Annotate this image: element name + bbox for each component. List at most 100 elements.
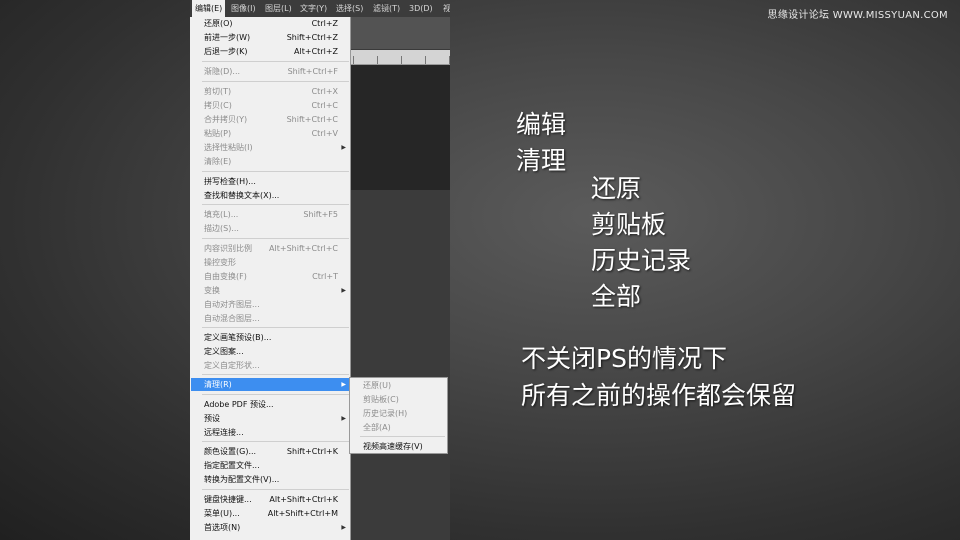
submenu-item-label: 剪贴板(C): [363, 395, 399, 404]
menu-item-label: 菜单(U)...: [204, 509, 240, 518]
menu-item-label: 定义画笔预设(B)...: [204, 333, 272, 342]
submenu-arrow-icon: ▶: [341, 144, 346, 151]
edit-menu-item[interactable]: 清除(E): [191, 155, 349, 168]
edit-menu-item[interactable]: 合并拷贝(Y) Shift+Ctrl+C: [191, 113, 349, 126]
menu-item-label: 渐隐(D)...: [204, 67, 241, 76]
horizontal-ruler: [351, 50, 450, 65]
menu-item-shortcut: Ctrl+Z: [311, 19, 338, 28]
menu-item-shortcut: Ctrl+C: [311, 101, 338, 110]
edit-menu-item[interactable]: 渐隐(D)... Shift+Ctrl+F: [191, 65, 349, 78]
edit-menu-item[interactable]: 远程连接...: [191, 426, 349, 439]
menu-item-label: 粘贴(P): [204, 129, 232, 138]
menu-separator: [202, 394, 349, 395]
menu-item-shortcut: Ctrl+V: [311, 129, 338, 138]
edit-menu-item[interactable]: 选择性粘贴(I) ▶: [191, 141, 349, 154]
edit-menu-item[interactable]: 自由变换(F) Ctrl+T: [191, 270, 349, 283]
menu-item-label: 清除(E): [204, 157, 232, 166]
menubar-item[interactable]: 编辑(E): [192, 0, 226, 17]
purge-submenu-item[interactable]: 还原(U): [350, 379, 447, 393]
menu-item-label: 拼写检查(H)...: [204, 177, 256, 186]
menubar-item[interactable]: 图层(L): [262, 0, 295, 17]
edit-menu-item[interactable]: 定义图案...: [191, 345, 349, 358]
menu-item-label: 描边(S)...: [204, 224, 239, 233]
menu-item-label: 自动混合图层...: [204, 314, 260, 323]
submenu-arrow-icon: ▶: [341, 287, 346, 294]
edit-menu-item[interactable]: 定义自定形状...: [191, 359, 349, 372]
purge-submenu-item[interactable]: 全部(A): [350, 421, 447, 435]
edit-menu-item[interactable]: 内容识别比例 Alt+Shift+Ctrl+C: [191, 242, 349, 255]
menu-item-label: 查找和替换文本(X)...: [204, 191, 280, 200]
edit-menu-item[interactable]: 填充(L)... Shift+F5: [191, 208, 349, 221]
menubar-item[interactable]: 视: [440, 0, 450, 17]
edit-menu-item[interactable]: 粘贴(P) Ctrl+V: [191, 127, 349, 140]
submenu-item-label: 全部(A): [363, 423, 391, 432]
menu-item-label: 合并拷贝(Y): [204, 115, 248, 124]
edit-menu-item[interactable]: 菜单(U)... Alt+Shift+Ctrl+M: [191, 507, 349, 520]
edit-menu-item[interactable]: 前进一步(W) Shift+Ctrl+Z: [191, 31, 349, 44]
slide-sub-all: 全部: [591, 282, 642, 311]
edit-menu-item[interactable]: 预设 ▶: [191, 412, 349, 425]
edit-menu-item[interactable]: 拷贝(C) Ctrl+C: [191, 99, 349, 112]
edit-menu-item[interactable]: Adobe PDF 预设...: [191, 398, 349, 411]
photoshop-screenshot: 编辑(E) 图像(I) 图层(L) 文字(Y) 选择(S) 滤镜(T) 3D(D) 视 50 …: [190, 0, 450, 540]
menu-item-label: 颜色设置(G)...: [204, 447, 257, 456]
edit-menu-item[interactable]: 查找和替换文本(X)...: [191, 189, 349, 202]
menu-item-label: 变换: [204, 286, 220, 295]
menu-separator: [202, 171, 349, 172]
edit-menu-item[interactable]: 定义画笔预设(B)...: [191, 331, 349, 344]
menu-separator: [202, 81, 349, 82]
edit-menu-item[interactable]: 颜色设置(G)... Shift+Ctrl+K: [191, 445, 349, 458]
menubar-item[interactable]: 文字(Y): [297, 0, 330, 17]
edit-menu-item[interactable]: 转换为配置文件(V)...: [191, 473, 349, 486]
menu-item-label: 选择性粘贴(I): [204, 143, 253, 152]
menu-item-label: 预设: [204, 414, 220, 423]
slide-sub-undo: 还原: [591, 174, 642, 203]
menu-separator: [202, 204, 349, 205]
purge-submenu-item[interactable]: 剪贴板(C): [350, 393, 447, 407]
slide-sub-history: 历史记录: [591, 246, 692, 275]
edit-menu-item[interactable]: 自动对齐图层...: [191, 298, 349, 311]
purge-submenu-item[interactable]: 历史记录(H): [350, 407, 447, 421]
edit-menu-item[interactable]: 键盘快捷键... Alt+Shift+Ctrl+K: [191, 493, 349, 506]
edit-menu-item[interactable]: 操控变形: [191, 256, 349, 269]
menu-item-shortcut: Shift+Ctrl+K: [286, 447, 338, 456]
menu-item-label: 定义自定形状...: [204, 361, 260, 370]
submenu-item-label: 历史记录(H): [363, 409, 408, 418]
purge-submenu-item[interactable]: 视频高速缓存(V): [350, 440, 447, 454]
submenu-arrow-icon: ▶: [341, 524, 346, 531]
submenu-arrow-icon: ▶: [341, 381, 346, 388]
slide-note-1: 不关闭PS的情况下: [521, 344, 727, 373]
menu-bar: 编辑(E) 图像(I) 图层(L) 文字(Y) 选择(S) 滤镜(T) 3D(D) 视: [190, 0, 450, 18]
menu-item-label: 自动对齐图层...: [204, 300, 260, 309]
edit-menu-item[interactable]: 拼写检查(H)...: [191, 175, 349, 188]
menu-item-label: 后退一步(K): [204, 47, 248, 56]
edit-menu-item[interactable]: 变换 ▶: [191, 284, 349, 297]
menu-separator: [202, 441, 349, 442]
edit-menu-item[interactable]: 首选项(N) ▶: [191, 521, 349, 534]
menu-item-label: 键盘快捷键...: [204, 495, 252, 504]
menubar-item[interactable]: 3D(D): [406, 0, 436, 17]
menu-item-label: 剪切(T): [204, 87, 232, 96]
submenu-item-label: 视频高速缓存(V): [363, 442, 423, 451]
edit-menu-item[interactable]: 后退一步(K) Alt+Ctrl+Z: [191, 45, 349, 58]
menu-item-shortcut: Alt+Shift+Ctrl+M: [267, 509, 338, 518]
edit-menu-item[interactable]: 自动混合图层...: [191, 312, 349, 325]
menu-item-shortcut: Shift+Ctrl+C: [286, 115, 338, 124]
menu-item-label: 还原(O): [204, 19, 233, 28]
slide-line-purge: 清理: [516, 146, 567, 175]
menu-item-label: 远程连接...: [204, 428, 244, 437]
menu-item-shortcut: Shift+Ctrl+Z: [286, 33, 338, 42]
edit-menu-item[interactable]: 剪切(T) Ctrl+X: [191, 85, 349, 98]
menu-item-label: 首选项(N): [204, 523, 241, 532]
purge-submenu: 还原(U) 剪贴板(C) 历史记录(H) 全部(A) 视频高速缓存(V): [349, 377, 448, 454]
menu-item-label: 自由变换(F): [204, 272, 247, 281]
menu-item-label: 操控变形: [204, 258, 236, 267]
menubar-item[interactable]: 选择(S): [333, 0, 366, 17]
menu-item-shortcut: Ctrl+X: [311, 87, 338, 96]
menu-item-label: Adobe PDF 预设...: [204, 400, 274, 409]
edit-menu-item[interactable]: 还原(O) Ctrl+Z: [191, 17, 349, 30]
menubar-item[interactable]: 图像(I): [228, 0, 259, 17]
edit-menu-item[interactable]: 清理(R) ▶: [191, 378, 349, 391]
edit-menu-item[interactable]: 描边(S)...: [191, 222, 349, 235]
edit-menu-item[interactable]: 指定配置文件...: [191, 459, 349, 472]
